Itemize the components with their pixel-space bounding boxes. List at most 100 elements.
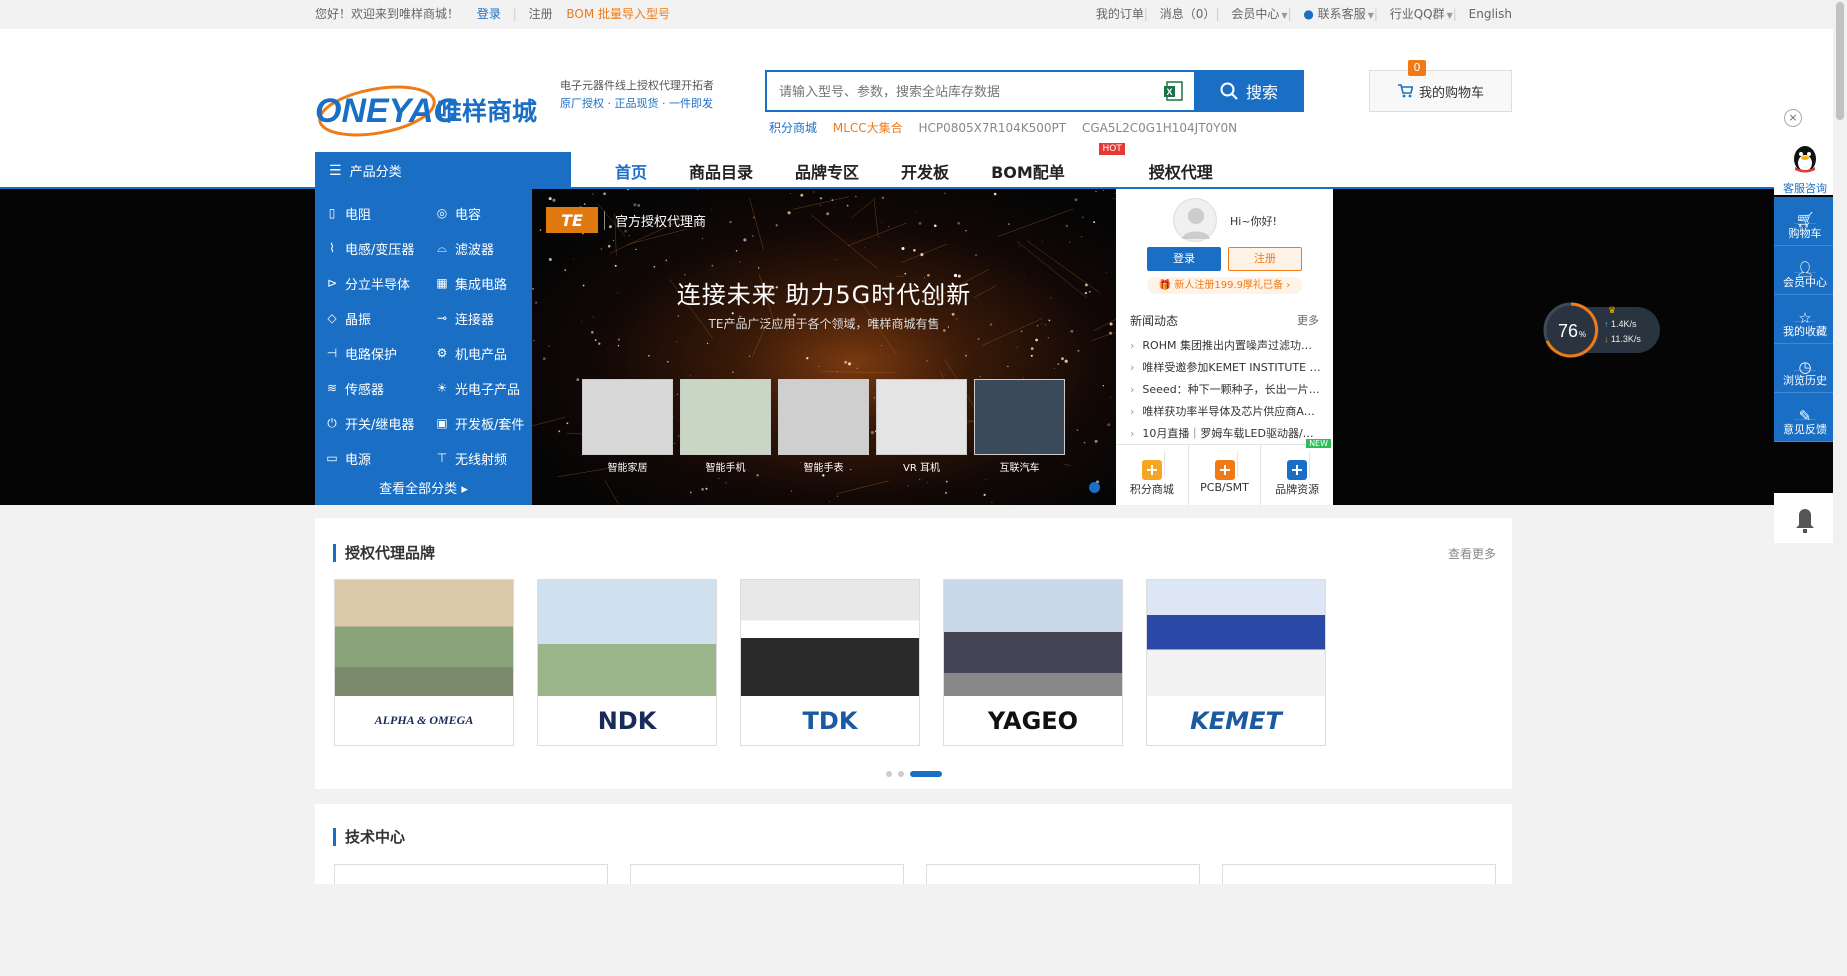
- category-item[interactable]: ⊳ 分立半导体: [325, 273, 435, 293]
- category-item[interactable]: ⌇ 电感/变压器: [325, 238, 435, 258]
- banner-thumb[interactable]: 智能家居: [582, 379, 673, 474]
- sidebar-item[interactable]: ✎ 意见反馈: [1774, 393, 1836, 442]
- news-item[interactable]: 唯样获功率半导体及芯片供应商AO...: [1130, 401, 1322, 423]
- hotword-link[interactable]: HCP0805X7R104K500PT: [918, 121, 1066, 135]
- pager-dot[interactable]: [885, 771, 892, 777]
- contact-service-link[interactable]: ● 联系客服 ▼: [1303, 7, 1373, 21]
- chip-icon: ▦: [436, 276, 448, 290]
- brand-card[interactable]: ALPHA & OMEGA: [334, 579, 514, 746]
- new-user-promo[interactable]: 🎁 新人注册199.9厚礼已备 ›: [1147, 277, 1302, 294]
- brand-card[interactable]: NDK: [537, 579, 717, 746]
- member-center-link[interactable]: 会员中心 ▼: [1231, 7, 1287, 21]
- tech-card[interactable]: [926, 864, 1200, 884]
- banner-thumb[interactable]: 互联汽车: [974, 379, 1065, 474]
- category-item[interactable]: ⊸ 连接器: [435, 308, 542, 328]
- cart-button[interactable]: 0 我的购物车: [1369, 60, 1512, 112]
- hotword-link[interactable]: MLCC大集合: [833, 121, 903, 135]
- hotword-link[interactable]: 积分商城: [769, 121, 817, 135]
- brand-photo: [335, 580, 513, 696]
- pager-dot[interactable]: [897, 771, 904, 777]
- brand-card[interactable]: YAGEO: [943, 579, 1123, 746]
- category-item[interactable]: ≋ 传感器: [325, 378, 435, 398]
- sidebar-item[interactable]: 👤︎ 会员中心: [1774, 246, 1836, 295]
- hero-banner[interactable]: TE 官方授权代理商 连接未来 助力5G时代创新 TE产品广泛应用于各个领域，唯…: [532, 189, 1116, 505]
- category-item[interactable]: ⊣ 电路保护: [325, 343, 435, 363]
- english-link[interactable]: English: [1469, 7, 1512, 21]
- notification-button[interactable]: [1774, 493, 1836, 543]
- brands-more-link[interactable]: 查看更多: [1448, 545, 1496, 562]
- power-icon: ▭: [326, 451, 338, 465]
- category-item[interactable]: ⌓ 滤波器: [435, 238, 542, 258]
- nav-bom[interactable]: BOM配单 HOT: [991, 142, 1125, 183]
- nav-catalog[interactable]: 商品目录: [689, 159, 753, 183]
- category-item[interactable]: ⚙ 机电产品: [435, 343, 542, 363]
- pager-dot-active[interactable]: [909, 771, 942, 777]
- bom-import-link[interactable]: BOM 批量导入型号: [566, 7, 670, 21]
- news-item[interactable]: 10月直播｜罗姆车载LED驱动器/电...: [1130, 423, 1322, 445]
- brand-card[interactable]: TDK: [740, 579, 920, 746]
- brand-photo: [538, 580, 716, 696]
- close-icon[interactable]: ×: [1784, 109, 1802, 127]
- sidebar-item[interactable]: ☆ 我的收藏: [1774, 295, 1836, 344]
- top-register-link[interactable]: 注册: [529, 7, 553, 21]
- hotword-link[interactable]: CGA5L2C0G1H104JT0Y0N: [1082, 121, 1237, 135]
- category-label: 连接器: [455, 312, 495, 328]
- panel-register-button[interactable]: 注册: [1228, 247, 1302, 271]
- category-item[interactable]: ⏻ 开关/继电器: [325, 413, 435, 433]
- quick-link[interactable]: 品牌资源 NEW: [1261, 439, 1333, 505]
- search-input[interactable]: [767, 72, 1157, 110]
- search-button[interactable]: 搜索: [1194, 70, 1304, 112]
- news-item[interactable]: 唯样受邀参加KEMET INSTITUTE O...: [1130, 357, 1322, 379]
- excel-upload-icon[interactable]: X: [1163, 80, 1185, 102]
- category-item[interactable]: ◎ 电容: [435, 203, 542, 223]
- tech-card[interactable]: [334, 864, 608, 884]
- sidebar-item[interactable]: 🛒︎ 购物车: [1774, 197, 1836, 246]
- tech-card[interactable]: [630, 864, 904, 884]
- search-box: X 搜索: [765, 70, 1304, 112]
- qq-group-link[interactable]: 行业QQ群 ▼: [1390, 7, 1453, 21]
- category-menu: ▯ 电阻 ◎ 电容 ⌇ 电感/变压器 ⌓ 滤波器 ⊳ 分立半导体 ▦ 集成电路 ◇ 晶振 ⊸ 连接器 ⊣ 电路保护…: [315, 189, 532, 505]
- banner-thumb[interactable]: 智能手机: [680, 379, 771, 474]
- page-scrollbar[interactable]: [1833, 0, 1847, 976]
- search-icon: [1220, 82, 1238, 100]
- points-mall-icon: [1139, 451, 1165, 480]
- sidebar-item[interactable]: ◷ 浏览历史: [1774, 344, 1836, 393]
- banner-subline: TE产品广泛应用于各个领域，唯样商城有售: [708, 317, 940, 331]
- scrollbar-thumb[interactable]: [1836, 2, 1844, 120]
- user-greeting: Hi~你好!: [1230, 215, 1277, 228]
- category-item[interactable]: ⊤ 无线射频: [435, 448, 542, 468]
- quick-link[interactable]: 积分商城: [1116, 445, 1189, 505]
- banner-thumb[interactable]: VR 耳机: [876, 379, 967, 474]
- te-logo: TE: [546, 207, 598, 233]
- category-item[interactable]: ▦ 集成电路: [435, 273, 542, 293]
- news-more-link[interactable]: 更多: [1297, 312, 1319, 328]
- site-logo[interactable]: ONEYAC 唯样商城: [315, 62, 555, 152]
- news-item[interactable]: Seeed：种下一颗种子，长出一片创...: [1130, 379, 1322, 401]
- nav-devboard[interactable]: 开发板: [901, 159, 949, 183]
- category-item[interactable]: ▯ 电阻: [325, 203, 435, 223]
- category-menu-toggle[interactable]: ☰ 产品分类: [315, 152, 571, 189]
- star-icon: ☆: [1794, 302, 1816, 327]
- quick-link[interactable]: PCB/SMT: [1189, 445, 1262, 505]
- category-item[interactable]: ▣ 开发板/套件: [435, 413, 542, 433]
- panel-login-button[interactable]: 登录: [1147, 247, 1221, 271]
- top-login-link[interactable]: 登录: [477, 7, 501, 21]
- network-speed-widget[interactable]: 76 % ↑ 1.4K/s ↓ 11.3K/s ♛: [1542, 301, 1662, 359]
- news-item[interactable]: ROHM 集团推出内置噪声过滤功能...: [1130, 335, 1322, 357]
- category-item[interactable]: ◇ 晶振: [325, 308, 435, 328]
- qq-service-button[interactable]: 客服咨询: [1774, 141, 1836, 195]
- banner-thumb[interactable]: 智能手表: [778, 379, 869, 474]
- view-all-categories-link[interactable]: 查看全部分类 ▸: [315, 478, 532, 497]
- my-orders-link[interactable]: 我的订单: [1096, 7, 1144, 21]
- nav-authorized[interactable]: 授权代理: [1149, 159, 1213, 183]
- chevron-down-icon: ▼: [1446, 11, 1453, 20]
- banner-pager-dot[interactable]: [1089, 482, 1100, 493]
- tech-card[interactable]: [1222, 864, 1496, 884]
- messages-link[interactable]: 消息（0）: [1160, 7, 1216, 21]
- category-item[interactable]: ▭ 电源: [325, 448, 435, 468]
- nav-home[interactable]: 首页: [615, 159, 647, 183]
- category-item[interactable]: ☀ 光电子产品: [435, 378, 542, 398]
- nav-brands[interactable]: 品牌专区: [795, 159, 859, 183]
- brand-card[interactable]: KEMET: [1146, 579, 1326, 746]
- thumb-caption: 智能手机: [705, 463, 746, 474]
